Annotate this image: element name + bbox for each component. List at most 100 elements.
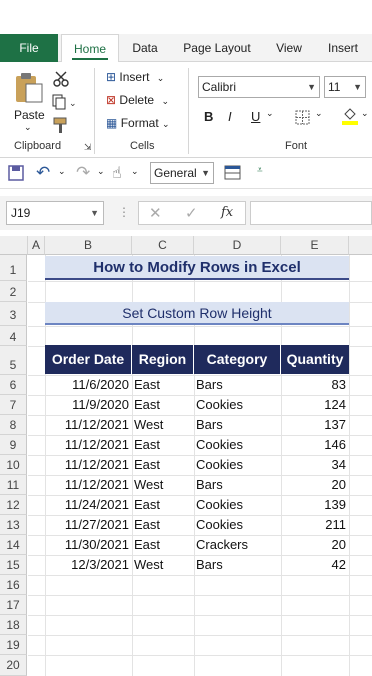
order-date-cell[interactable]: 11/27/2021 — [45, 515, 132, 535]
row-header[interactable]: 4 — [0, 326, 27, 346]
quantity-cell[interactable]: 146 — [281, 435, 349, 455]
category-cell[interactable]: Bars — [194, 475, 281, 495]
format-as-table-icon[interactable] — [224, 165, 242, 181]
column-header-f[interactable] — [349, 236, 372, 255]
table-header-quantity[interactable]: Quantity — [281, 345, 349, 374]
cancel-icon[interactable]: ✕ — [149, 204, 162, 222]
category-cell[interactable]: Cookies — [194, 495, 281, 515]
column-header-a[interactable]: A — [28, 236, 45, 255]
order-date-cell[interactable]: 11/30/2021 — [45, 535, 132, 555]
chevron-down-icon[interactable]: ⌄ — [361, 108, 369, 119]
quantity-cell[interactable]: 20 — [281, 535, 349, 555]
italic-button[interactable]: I — [228, 109, 232, 124]
format-cells-button[interactable]: ▦ Format ⌄ — [106, 116, 170, 130]
column-header-d[interactable]: D — [194, 236, 281, 255]
category-cell[interactable]: Cookies — [194, 435, 281, 455]
quantity-cell[interactable]: 124 — [281, 395, 349, 415]
row-header[interactable]: 3 — [0, 302, 27, 326]
region-cell[interactable]: East — [132, 535, 194, 555]
font-size-dropdown[interactable]: 11 ▼ — [324, 76, 366, 98]
sheet-title[interactable]: How to Modify Rows in Excel — [45, 256, 349, 280]
region-cell[interactable]: East — [132, 395, 194, 415]
category-cell[interactable]: Bars — [194, 555, 281, 575]
customize-toolbar-icon[interactable]: ⩡ — [257, 165, 263, 176]
column-header-c[interactable]: C — [132, 236, 194, 255]
chevron-down-icon[interactable]: ⌄ — [131, 166, 139, 177]
order-date-cell[interactable]: 11/12/2021 — [45, 435, 132, 455]
enter-icon[interactable]: ✓ — [185, 204, 198, 222]
cut-icon[interactable] — [52, 70, 70, 88]
row-header[interactable]: 19 — [0, 635, 27, 655]
region-cell[interactable]: East — [132, 455, 194, 475]
formula-input[interactable] — [250, 201, 372, 225]
fill-color-icon[interactable] — [341, 106, 359, 126]
chevron-down-icon[interactable]: ⌄ — [97, 166, 105, 177]
tab-data[interactable]: Data — [122, 34, 168, 62]
tab-view[interactable]: View — [268, 34, 310, 62]
row-header[interactable]: 20 — [0, 655, 27, 676]
redo-icon[interactable]: ↷ — [76, 163, 90, 183]
quantity-cell[interactable]: 139 — [281, 495, 349, 515]
order-date-cell[interactable]: 11/12/2021 — [45, 475, 132, 495]
dialog-launcher-icon[interactable]: ⇲ — [84, 142, 92, 153]
region-cell[interactable]: West — [132, 415, 194, 435]
region-cell[interactable]: East — [132, 515, 194, 535]
chevron-down-icon[interactable]: ⌄ — [58, 166, 66, 177]
table-header-region[interactable]: Region — [132, 345, 194, 374]
insert-cells-button[interactable]: ⊞ Insert ⌄ — [106, 70, 164, 84]
order-date-cell[interactable]: 11/24/2021 — [45, 495, 132, 515]
bold-button[interactable]: B — [204, 109, 213, 124]
order-date-cell[interactable]: 12/3/2021 — [45, 555, 132, 575]
region-cell[interactable]: West — [132, 475, 194, 495]
order-date-cell[interactable]: 11/9/2020 — [45, 395, 132, 415]
row-header[interactable]: 5 — [0, 346, 27, 375]
font-name-dropdown[interactable]: Calibri ▼ — [198, 76, 320, 98]
chevron-down-icon[interactable]: ⌄ — [315, 108, 323, 119]
quantity-cell[interactable]: 42 — [281, 555, 349, 575]
borders-icon[interactable] — [295, 110, 311, 126]
order-date-cell[interactable]: 11/6/2020 — [45, 375, 132, 395]
select-all-corner[interactable] — [0, 236, 28, 255]
insert-function-icon[interactable]: fx — [221, 205, 233, 220]
order-date-cell[interactable]: 11/12/2021 — [45, 415, 132, 435]
touch-mode-icon[interactable]: ☝ — [112, 163, 122, 183]
chevron-down-icon[interactable]: ⌄ — [266, 108, 274, 119]
quantity-cell[interactable]: 34 — [281, 455, 349, 475]
category-cell[interactable]: Crackers — [194, 535, 281, 555]
number-format-dropdown[interactable]: General ▼ — [150, 162, 214, 184]
row-header[interactable]: 1 — [0, 255, 27, 281]
tab-home[interactable]: Home — [61, 34, 119, 63]
sheet-subtitle[interactable]: Set Custom Row Height — [45, 302, 349, 325]
order-date-cell[interactable]: 11/12/2021 — [45, 455, 132, 475]
more-options-icon[interactable]: ⋮ — [118, 205, 130, 219]
category-cell[interactable]: Cookies — [194, 515, 281, 535]
tab-insert[interactable]: Insert — [320, 34, 366, 62]
region-cell[interactable]: East — [132, 495, 194, 515]
underline-button[interactable]: U — [251, 109, 260, 124]
format-painter-icon[interactable] — [52, 116, 70, 134]
region-cell[interactable]: West — [132, 555, 194, 575]
table-header-order-date[interactable]: Order Date — [45, 345, 132, 374]
tab-page-layout[interactable]: Page Layout — [177, 34, 257, 62]
undo-icon[interactable]: ↶ — [36, 163, 50, 183]
quantity-cell[interactable]: 211 — [281, 515, 349, 535]
column-header-e[interactable]: E — [281, 236, 349, 255]
tab-file[interactable]: File — [0, 34, 58, 62]
row-header[interactable]: 16 — [0, 575, 27, 595]
autosave-icon[interactable] — [8, 165, 26, 183]
category-cell[interactable]: Cookies — [194, 395, 281, 415]
copy-icon[interactable]: ⌄ — [52, 94, 78, 110]
row-header[interactable]: 18 — [0, 615, 27, 635]
quantity-cell[interactable]: 137 — [281, 415, 349, 435]
category-cell[interactable]: Cookies — [194, 455, 281, 475]
quantity-cell[interactable]: 83 — [281, 375, 349, 395]
region-cell[interactable]: East — [132, 375, 194, 395]
category-cell[interactable]: Bars — [194, 415, 281, 435]
delete-cells-button[interactable]: ⊠ Delete ⌄ — [106, 93, 169, 107]
row-header[interactable]: 2 — [0, 281, 27, 302]
column-header-b[interactable]: B — [45, 236, 132, 255]
table-header-category[interactable]: Category — [194, 345, 281, 374]
quantity-cell[interactable]: 20 — [281, 475, 349, 495]
paste-button[interactable]: Paste ⌄ — [10, 68, 48, 132]
category-cell[interactable]: Bars — [194, 375, 281, 395]
